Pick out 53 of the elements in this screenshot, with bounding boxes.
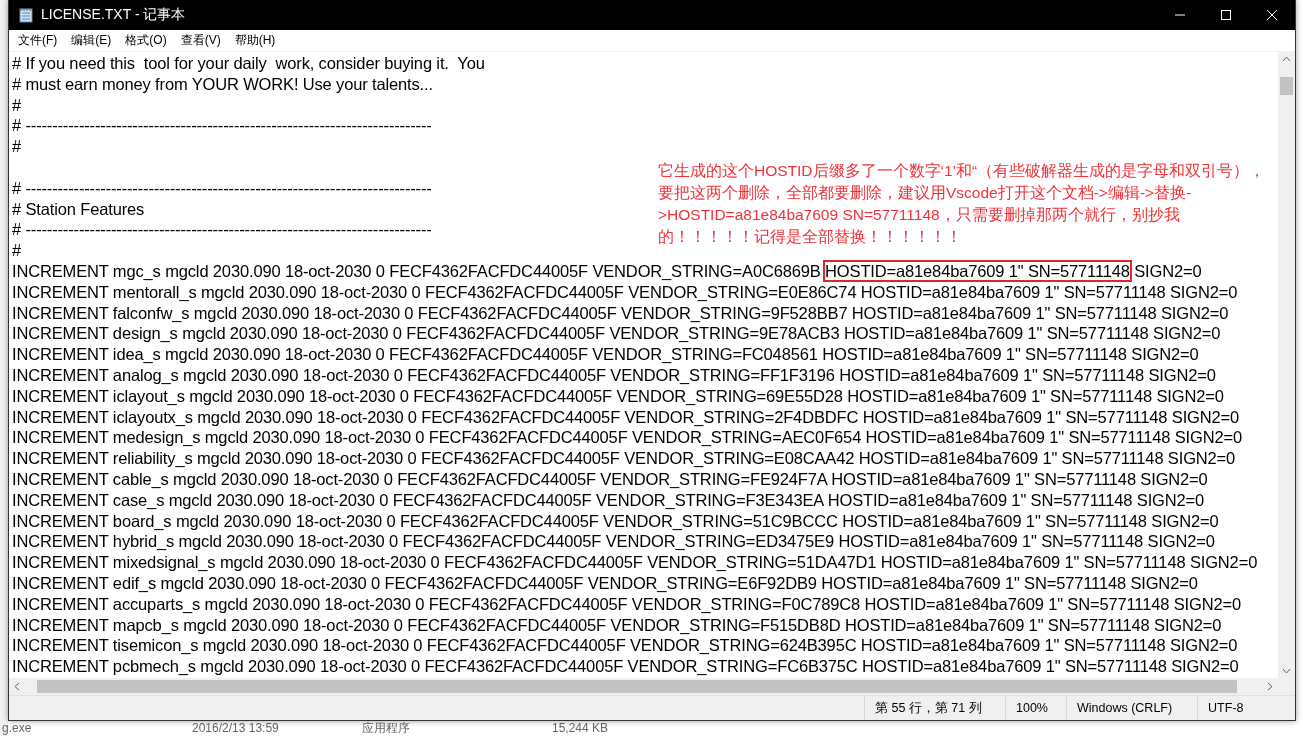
text-line: # ----------------------------------------------------------------------------: [12, 219, 432, 241]
text-line: #: [12, 94, 22, 116]
text-line: INCREMENT board_s mgcld 2030.090 18-oct-2030 0 FECF4362FACFDC44005F VENDOR_STRING=51C9BCCC HOSTID=a81e84ba7609 1" SN=57711148 SIGN2=0: [12, 510, 1219, 532]
file-name: g.exe: [1, 720, 33, 736]
text-line: INCREMENT iclayoutx_s mgcld 2030.090 18-oct-2030 0 FECF4362FACFDC44005F VENDOR_STRING=2F4DBDFC HOSTID=a81e84ba7609 1" SN=57711148 SIGN2=0: [12, 406, 1240, 428]
menu-item[interactable]: 帮助(H): [227, 30, 283, 51]
text-line: INCREMENT falconfw_s mgcld 2030.090 18-oct-2030 0 FECF4362FACFDC44005F VENDOR_STRING=9F528BB7 HOSTID=a81e84ba7609 1" SN=57711148 SIGN2=0: [12, 302, 1229, 324]
text-line: # ----------------------------------------------------------------------------: [12, 177, 432, 199]
text-line: INCREMENT medesign_s mgcld 2030.090 18-oct-2030 0 FECF4362FACFDC44005F VENDOR_STRING=AEC0F654 HOSTID=a81e84ba7609 1" SN=57711148 SIGN2=0: [12, 427, 1242, 449]
text-line: INCREMENT mgc_s mgcld 2030.090 18-oct-2030 0 FECF4362FACFDC44005F VENDOR_STRING=A0C6869B HOSTID=a81e84ba7609 1" SN=57711148 SIGN2=0: [12, 260, 1202, 282]
text-line: INCREMENT pcbmech_s mgcld 2030.090 18-oct-2030 0 FECF4362FACFDC44005F VENDOR_STRING=FC6B375C HOSTID=a81e84ba7609 1" SN=57711148 SIGN2=0: [12, 656, 1239, 677]
text-line: # ----------------------------------------------------------------------------: [12, 115, 432, 137]
menu-item[interactable]: 文件(F): [11, 30, 65, 51]
text-line: #: [12, 136, 22, 157]
text-line: # must earn money from YOUR WORK! Use your talents...: [12, 73, 433, 95]
status-text: Windows (CRLF): [1066, 696, 1197, 720]
file-date: 2016/2/13 13:59: [192, 720, 280, 736]
annotation-text: 它生成的这个HOSTID后缀多了一个数字‘1’和“（有些破解器生成的是字母和双引号），要把这两个删除，全部都要删除，建议用Vscode打开这个文档->编辑->替换->HOSTID=a81e84ba7609 SN=57711148，只需要删掉那两个就行，别抄我的！！！！！记得是全部替换！！！！！！: [658, 161, 1267, 247]
scrollbar-thumb[interactable]: [1280, 77, 1293, 95]
text-line: INCREMENT idea_s mgcld 2030.090 18-oct-2030 0 FECF4362FACFDC44005F VENDOR_STRING=FC048561 HOSTID=a81e84ba7609 1" SN=57711148 SIGN2=0: [12, 344, 1199, 365]
text-line: INCREMENT mixedsignal_s mgcld 2030.090 18-oct-2030 0 FECF4362FACFDC44005F VENDOR_STRING=51DA47D1 HOSTID=a81e84ba7609 1" SN=57711148 SIGN2=0: [12, 552, 1258, 573]
text-line: INCREMENT hybrid_s mgcld 2030.090 18-oct-2030 0 FECF4362FACFDC44005F VENDOR_STRING=ED3475E9 HOSTID=a81e84ba7609 1" SN=57711148 SIGN2=0: [12, 531, 1215, 553]
scroll-right-icon[interactable]: [1267, 682, 1273, 691]
text-line: INCREMENT mapcb_s mgcld 2030.090 18-oct-2030 0 FECF4362FACFDC44005F VENDOR_STRING=F515DB8D HOSTID=a81e84ba7609 1" SN=57711148 SIGN2=0: [12, 614, 1222, 636]
text-line: INCREMENT analog_s mgcld 2030.090 18-oct-2030 0 FECF4362FACFDC44005F VENDOR_STRING=FF1F3196 HOSTID=a81e84ba7609 1" SN=57711148 SIGN2=0: [12, 364, 1216, 386]
text-line: INCREMENT mentorall_s mgcld 2030.090 18-oct-2030 0 FECF4362FACFDC44005F VENDOR_STRING=E0E86C74 HOSTID=a81e84ba7609 1" SN=57711148 SIGN2=0: [12, 281, 1238, 303]
notepad-icon: [19, 7, 33, 23]
text-line: #: [12, 240, 22, 261]
text-line: INCREMENT tisemicon_s mgcld 2030.090 18-oct-2030 0 FECF4362FACFDC44005F VENDOR_STRING=624B395C HOSTID=a81e84ba7609 1" SN=57711148 SIGN2=0: [12, 635, 1238, 657]
scroll-up-icon[interactable]: [1282, 56, 1291, 62]
close-icon: [1267, 10, 1277, 20]
scroll-down-icon[interactable]: [1282, 668, 1291, 674]
text-line: INCREMENT reliability_s mgcld 2030.090 18-oct-2030 0 FECF4362FACFDC44005F VENDOR_STRING=E08CAA42 HOSTID=a81e84ba7609 1" SN=57711148 SIGN2=0: [12, 448, 1236, 469]
text-line: INCREMENT case_s mgcld 2030.090 18-oct-2030 0 FECF4362FACFDC44005F VENDOR_STRING=F3E343EA HOSTID=a81e84ba7609 1" SN=57711148 SIGN2=0: [12, 489, 1205, 511]
text-line: INCREMENT design_s mgcld 2030.090 18-oct-2030 0 FECF4362FACFDC44005F VENDOR_STRING=9E78ACB3 HOSTID=a81e84ba7609 1" SN=57711148 SIGN2=0: [12, 323, 1221, 345]
scrollbar-thumb[interactable]: [37, 680, 1237, 693]
window-title: LICENSE.TXT - 记事本: [41, 6, 187, 24]
text-line: INCREMENT accuparts_s mgcld 2030.090 18-oct-2030 0 FECF4362FACFDC44005F VENDOR_STRING=F0C789C8 HOSTID=a81e84ba7609 1" SN=57711148 SIGN2=0: [12, 593, 1241, 615]
maximize-icon: [1221, 10, 1231, 20]
status-text: 第 55 行，第 71 列: [864, 696, 1005, 720]
text-line: # Station Features: [12, 198, 145, 220]
text-line: INCREMENT iclayout_s mgcld 2030.090 18-oct-2030 0 FECF4362FACFDC44005F VENDOR_STRING=69E55D28 HOSTID=a81e84ba7609 1" SN=57711148 SIGN2=0: [12, 385, 1224, 407]
text-line: INCREMENT edif_s mgcld 2030.090 18-oct-2030 0 FECF4362FACFDC44005F VENDOR_STRING=E6F92DB9 HOSTID=a81e84ba7609 1" SN=57711148 SIGN2=0: [12, 572, 1198, 594]
menu-item[interactable]: 编辑(E): [64, 30, 119, 51]
status-text: UTF-8: [1197, 696, 1278, 720]
text-line: # If you need this tool for your daily work, consider buying it. You: [12, 53, 485, 74]
menu-item[interactable]: 格式(O): [118, 30, 174, 51]
file-type: 应用程序: [362, 720, 411, 736]
menu-item[interactable]: 查看(V): [173, 30, 228, 51]
text-line: INCREMENT cable_s mgcld 2030.090 18-oct-2030 0 FECF4362FACFDC44005F VENDOR_STRING=FE924F7A HOSTID=a81e84ba7609 1" SN=57711148 SIGN2=0: [12, 468, 1208, 490]
file-size: 15,244 KB: [552, 720, 610, 736]
scroll-left-icon[interactable]: [14, 682, 20, 691]
status-text: 100%: [1005, 696, 1066, 720]
